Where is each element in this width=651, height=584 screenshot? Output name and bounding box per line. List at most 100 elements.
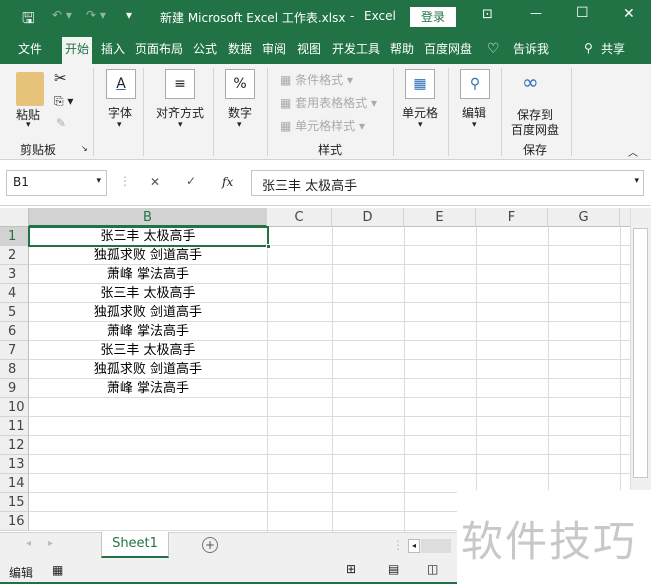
save-icon[interactable]: 🖫 (22, 8, 35, 33)
number-format-icon[interactable]: % (225, 69, 255, 99)
baidu-netdisk-icon[interactable]: ∞ (522, 70, 539, 94)
tab-split-handle[interactable]: ⋮ (392, 538, 404, 552)
insert-function-icon[interactable]: fx (222, 175, 233, 189)
normal-view-icon[interactable]: ⊞ (346, 562, 356, 576)
horizontal-scrollbar[interactable] (421, 539, 451, 553)
macro-recording-icon[interactable]: ▦ (52, 563, 63, 577)
number-button[interactable]: 数字 (228, 104, 252, 121)
vertical-scrollbar[interactable] (630, 208, 651, 532)
row-header[interactable]: 10 (0, 398, 29, 417)
login-button[interactable]: 登录 (410, 7, 456, 27)
undo-icon[interactable]: ↶ ▾ (52, 8, 72, 22)
customize-qat-icon[interactable]: ▾ (126, 8, 132, 22)
cells-icon[interactable]: ▦ (405, 69, 435, 99)
conditional-formatting-button: ▦ 条件格式 ▾ (280, 73, 354, 87)
tab-home[interactable]: 开始 (62, 37, 93, 64)
row-header[interactable]: 3 (0, 265, 29, 284)
column-header-d[interactable]: D (332, 208, 404, 227)
tab-file[interactable]: 文件 (15, 40, 45, 64)
format-painter-icon[interactable]: ✎ (56, 116, 66, 130)
tab-page-layout[interactable]: 页面布局 (132, 40, 186, 64)
dropdown-icon: ▾ (117, 120, 122, 130)
row-header[interactable]: 8 (0, 360, 29, 379)
name-box-dropdown-icon[interactable]: ▾ (96, 176, 101, 186)
scroll-left-button[interactable]: ◂ (408, 539, 420, 553)
row-header[interactable]: 7 (0, 341, 29, 360)
cell-b[interactable]: 独孤求败 剑道高手 (29, 246, 267, 265)
share-button[interactable]: 共享 (598, 40, 628, 64)
enter-icon[interactable]: ✓ (186, 174, 196, 188)
row-header[interactable]: 13 (0, 455, 29, 474)
font-button[interactable]: 字体 (108, 104, 132, 121)
title-bar: 🖫 ↶ ▾ ↷ ▾ ▾ 新建 Microsoft Excel 工作表.xlsx … (0, 0, 651, 34)
editing-button[interactable]: 编辑 (462, 104, 486, 121)
dialog-launcher-icon[interactable]: ↘ (81, 144, 88, 153)
column-header-c[interactable]: C (267, 208, 332, 227)
row-header[interactable]: 12 (0, 436, 29, 455)
row-header[interactable]: 14 (0, 474, 29, 493)
tell-me-search[interactable]: 告诉我 (510, 40, 552, 64)
cut-icon[interactable]: ✂ (54, 69, 67, 87)
cell-b[interactable]: 萧峰 掌法高手 (29, 265, 267, 284)
alignment-icon[interactable]: ≡ (165, 69, 195, 99)
page-layout-view-icon[interactable]: ▤ (388, 562, 399, 576)
expand-formula-icon[interactable]: ▾ (634, 176, 639, 186)
redo-icon[interactable]: ↷ ▾ (86, 8, 106, 22)
cell-styles-button: ▦ 单元格样式 ▾ (280, 119, 366, 133)
column-header-g[interactable]: G (548, 208, 620, 227)
scroll-sheets-right-icon[interactable]: ▸ (48, 538, 53, 549)
column-header-f[interactable]: F (476, 208, 548, 227)
cell-b[interactable]: 张三丰 太极高手 (29, 284, 267, 303)
document-title: 新建 Microsoft Excel 工作表.xlsx (160, 11, 346, 25)
save-to-baidu-line2[interactable]: 百度网盘 (511, 121, 559, 138)
formula-input[interactable]: 张三丰 太极高手 ▾ (251, 170, 644, 196)
cancel-icon[interactable]: ✕ (150, 175, 160, 189)
minimize-button[interactable]: — (530, 6, 542, 20)
add-sheet-button[interactable]: + (202, 537, 218, 553)
font-icon[interactable]: A (106, 69, 136, 99)
paste-dropdown-icon[interactable]: ▾ (26, 120, 31, 130)
active-cell-selection (28, 226, 269, 247)
paste-icon[interactable] (16, 72, 44, 106)
formula-bar: B1 ▾ ⋮ ✕ ✓ fx 张三丰 太极高手 ▾ (0, 160, 651, 206)
tab-insert[interactable]: 插入 (98, 40, 128, 64)
cell-b[interactable]: 萧峰 掌法高手 (29, 379, 267, 398)
vertical-scroll-thumb[interactable] (633, 228, 648, 478)
tab-formulas[interactable]: 公式 (190, 40, 220, 64)
select-all-corner[interactable] (0, 208, 29, 227)
column-header-b[interactable]: B (29, 208, 267, 227)
row-header[interactable]: 6 (0, 322, 29, 341)
cell-b[interactable]: 萧峰 掌法高手 (29, 322, 267, 341)
copy-icon[interactable]: ⎘ ▾ (54, 94, 73, 109)
tab-view[interactable]: 视图 (294, 40, 324, 64)
find-search-icon[interactable]: ⚲ (460, 69, 490, 99)
name-box[interactable]: B1 ▾ (6, 170, 107, 196)
cell-b[interactable]: 张三丰 太极高手 (29, 341, 267, 360)
cell-b[interactable]: 独孤求败 剑道高手 (29, 303, 267, 322)
fill-handle[interactable] (266, 244, 271, 249)
tab-baidu-netdisk[interactable]: 百度网盘 (421, 40, 475, 64)
alignment-button[interactable]: 对齐方式 (156, 104, 204, 121)
close-button[interactable]: ✕ (623, 6, 635, 22)
row-header[interactable]: 9 (0, 379, 29, 398)
collapse-ribbon-icon[interactable]: ︿ (628, 144, 638, 159)
tab-data[interactable]: 数据 (225, 40, 255, 64)
cell-b[interactable]: 独孤求败 剑道高手 (29, 360, 267, 379)
tab-developer[interactable]: 开发工具 (329, 40, 383, 64)
row-header[interactable]: 16 (0, 512, 29, 531)
row-header[interactable]: 1 (0, 227, 29, 246)
scroll-sheets-left-icon[interactable]: ◂ (26, 538, 31, 549)
row-header[interactable]: 5 (0, 303, 29, 322)
row-header[interactable]: 4 (0, 284, 29, 303)
page-break-view-icon[interactable]: ◫ (427, 562, 438, 576)
row-header[interactable]: 15 (0, 493, 29, 512)
ribbon-display-icon[interactable]: ⊡ (482, 7, 493, 22)
tab-help[interactable]: 帮助 (387, 40, 417, 64)
column-header-e[interactable]: E (404, 208, 476, 227)
row-header[interactable]: 2 (0, 246, 29, 265)
maximize-button[interactable]: ☐ (576, 5, 589, 21)
row-header[interactable]: 11 (0, 417, 29, 436)
sheet-tab-sheet1[interactable]: Sheet1 (101, 532, 169, 558)
tab-review[interactable]: 审阅 (259, 40, 289, 64)
cells-button[interactable]: 单元格 (402, 104, 438, 121)
